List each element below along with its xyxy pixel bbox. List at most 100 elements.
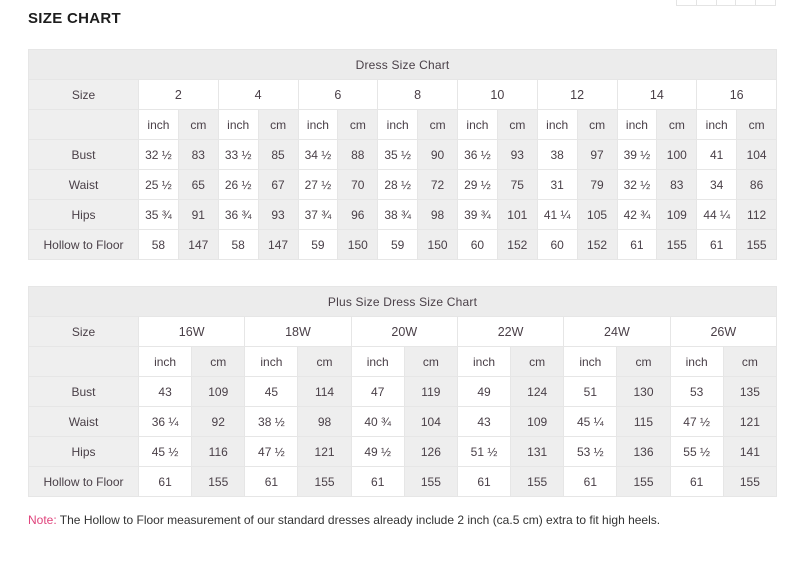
measurement-cell: 72 bbox=[418, 170, 458, 200]
measurement-label-cell: Waist bbox=[29, 170, 139, 200]
size-table-plus-size-dress-size-chart: Plus Size Dress Size ChartSize16W18W20W2… bbox=[28, 286, 777, 497]
measurement-label-cell: Bust bbox=[29, 140, 139, 170]
measurement-cell: 104 bbox=[404, 407, 457, 437]
measurement-cell: 109 bbox=[192, 377, 245, 407]
measurement-cell: 91 bbox=[178, 200, 218, 230]
table-title-row: Plus Size Dress Size Chart bbox=[29, 287, 777, 317]
measurement-cell: 55 ½ bbox=[670, 437, 723, 467]
measurement-cell: 28 ½ bbox=[378, 170, 418, 200]
unit-header-cell-inch: inch bbox=[564, 347, 617, 377]
table-row: Hips45 ½11647 ½12149 ½12651 ½13153 ½1365… bbox=[29, 437, 777, 467]
measurement-cell: 155 bbox=[737, 230, 777, 260]
fragment-cell bbox=[717, 0, 737, 5]
table-row: Bust431094511447119491245113053135 bbox=[29, 377, 777, 407]
table-row: Waist36 ¼9238 ½9840 ¾1044310945 ¼11547 ½… bbox=[29, 407, 777, 437]
measurement-cell: 33 ½ bbox=[218, 140, 258, 170]
measurement-cell: 150 bbox=[338, 230, 378, 260]
size-chart-page: SIZE CHART Dress Size ChartSize246810121… bbox=[0, 0, 804, 529]
page-title: SIZE CHART bbox=[28, 10, 776, 27]
unit-header-cell-cm: cm bbox=[617, 347, 670, 377]
measurement-cell: 109 bbox=[657, 200, 697, 230]
measurement-cell: 34 ½ bbox=[298, 140, 338, 170]
unit-header-cell-cm: cm bbox=[497, 110, 537, 140]
cut-off-table-fragment bbox=[676, 0, 776, 6]
measurement-label-cell: Hollow to Floor bbox=[29, 467, 139, 497]
measurement-cell: 112 bbox=[737, 200, 777, 230]
measurement-cell: 155 bbox=[657, 230, 697, 260]
unit-header-cell-inch: inch bbox=[617, 110, 657, 140]
measurement-cell: 83 bbox=[657, 170, 697, 200]
measurement-cell: 115 bbox=[617, 407, 670, 437]
measurement-cell: 96 bbox=[338, 200, 378, 230]
table-title-row: Dress Size Chart bbox=[29, 50, 777, 80]
measurement-cell: 36 ¼ bbox=[139, 407, 192, 437]
unit-header-cell-inch: inch bbox=[351, 347, 404, 377]
measurement-cell: 92 bbox=[192, 407, 245, 437]
measurement-cell: 35 ½ bbox=[378, 140, 418, 170]
measurement-cell: 27 ½ bbox=[298, 170, 338, 200]
unit-header-cell-inch: inch bbox=[458, 110, 498, 140]
size-value-cell: 2 bbox=[139, 80, 219, 110]
measurement-cell: 47 bbox=[351, 377, 404, 407]
measurement-cell: 136 bbox=[617, 437, 670, 467]
unit-header-cell-cm: cm bbox=[338, 110, 378, 140]
measurement-label-cell: Hips bbox=[29, 437, 139, 467]
size-value-cell: 18W bbox=[245, 317, 351, 347]
measurement-cell: 86 bbox=[737, 170, 777, 200]
unit-header-cell-cm: cm bbox=[298, 347, 351, 377]
size-label-cell: Size bbox=[29, 317, 139, 347]
unit-header-cell-cm: cm bbox=[657, 110, 697, 140]
measurement-cell: 104 bbox=[737, 140, 777, 170]
measurement-cell: 152 bbox=[577, 230, 617, 260]
measurement-cell: 147 bbox=[178, 230, 218, 260]
measurement-cell: 61 bbox=[457, 467, 510, 497]
measurement-cell: 90 bbox=[418, 140, 458, 170]
measurement-cell: 155 bbox=[511, 467, 564, 497]
measurement-cell: 61 bbox=[351, 467, 404, 497]
measurement-cell: 39 ½ bbox=[617, 140, 657, 170]
measurement-cell: 60 bbox=[537, 230, 577, 260]
measurement-cell: 61 bbox=[697, 230, 737, 260]
table-spacer bbox=[28, 260, 776, 286]
measurement-cell: 38 bbox=[537, 140, 577, 170]
measurement-cell: 61 bbox=[139, 467, 192, 497]
size-value-cell: 16 bbox=[697, 80, 777, 110]
measurement-cell: 147 bbox=[258, 230, 298, 260]
measurement-cell: 38 ¾ bbox=[378, 200, 418, 230]
measurement-cell: 47 ½ bbox=[245, 437, 298, 467]
fragment-cell bbox=[756, 0, 775, 5]
measurement-cell: 155 bbox=[404, 467, 457, 497]
measurement-cell: 39 ¾ bbox=[458, 200, 498, 230]
measurement-cell: 155 bbox=[298, 467, 351, 497]
measurement-cell: 58 bbox=[139, 230, 179, 260]
measurement-cell: 152 bbox=[497, 230, 537, 260]
measurement-cell: 97 bbox=[577, 140, 617, 170]
measurement-cell: 45 ¼ bbox=[564, 407, 617, 437]
unit-header-cell-inch: inch bbox=[537, 110, 577, 140]
unit-header-cell-inch: inch bbox=[245, 347, 298, 377]
measurement-cell: 58 bbox=[218, 230, 258, 260]
measurement-cell: 124 bbox=[511, 377, 564, 407]
unit-row-blank-cell bbox=[29, 347, 139, 377]
note-label: Note: bbox=[28, 513, 57, 527]
measurement-cell: 126 bbox=[404, 437, 457, 467]
measurement-cell: 59 bbox=[298, 230, 338, 260]
measurement-cell: 45 ½ bbox=[139, 437, 192, 467]
measurement-label-cell: Bust bbox=[29, 377, 139, 407]
measurement-cell: 79 bbox=[577, 170, 617, 200]
unit-header-cell-inch: inch bbox=[139, 347, 192, 377]
size-table-dress-size-chart: Dress Size ChartSize246810121416inchcmin… bbox=[28, 49, 777, 260]
table-title: Plus Size Dress Size Chart bbox=[29, 287, 777, 317]
size-value-cell: 24W bbox=[564, 317, 670, 347]
measurement-label-cell: Waist bbox=[29, 407, 139, 437]
measurement-cell: 34 bbox=[697, 170, 737, 200]
measurement-cell: 60 bbox=[458, 230, 498, 260]
measurement-cell: 51 bbox=[564, 377, 617, 407]
measurement-cell: 32 ½ bbox=[617, 170, 657, 200]
size-value-cell: 20W bbox=[351, 317, 457, 347]
unit-header-cell-cm: cm bbox=[511, 347, 564, 377]
size-value-cell: 22W bbox=[457, 317, 563, 347]
measurement-cell: 61 bbox=[564, 467, 617, 497]
size-value-cell: 16W bbox=[139, 317, 245, 347]
measurement-cell: 98 bbox=[418, 200, 458, 230]
